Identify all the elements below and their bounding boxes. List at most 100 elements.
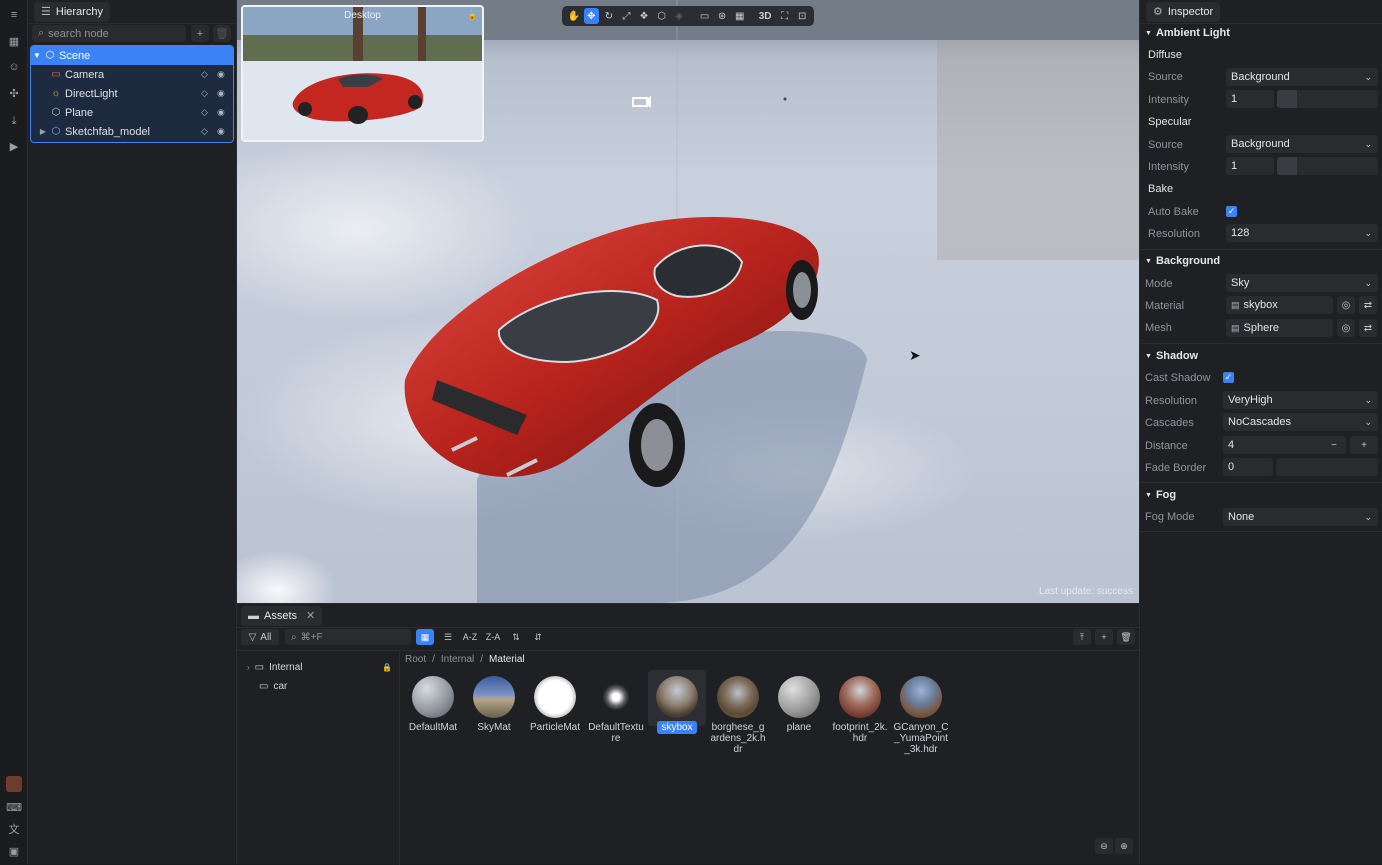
download-icon[interactable]: ⤓ — [7, 114, 21, 128]
asset-tile-borghese[interactable]: borghese_gardens_2k.hdr — [709, 676, 767, 755]
asset-tile-skybox[interactable]: skybox — [648, 676, 706, 734]
fullscreen-icon[interactable]: ⛶ — [777, 8, 793, 24]
grid-icon[interactable]: ▦ — [7, 34, 21, 48]
increment-button[interactable]: + — [1350, 436, 1378, 454]
locate-icon[interactable]: ◇ — [201, 69, 208, 80]
zoom-out-icon[interactable]: ⊖ — [1095, 838, 1113, 854]
scale-icon[interactable]: ⤢ — [619, 8, 635, 24]
locate-icon[interactable]: ◇ — [201, 126, 208, 137]
grid-toggle-icon[interactable]: ▦ — [732, 8, 748, 24]
tree-node-camera[interactable]: ▭ Camera ◇ ◉ — [31, 65, 233, 84]
tree-node-scene[interactable]: ▼ ⬡ Scene — [31, 46, 233, 65]
decrement-button[interactable]: − — [1322, 436, 1346, 454]
chevron-right-icon[interactable]: › — [247, 663, 250, 672]
locate-icon[interactable]: ◇ — [201, 88, 208, 99]
eye-icon[interactable]: ◉ — [217, 88, 225, 99]
camera-icon[interactable]: ▭ — [697, 8, 713, 24]
locate-icon[interactable]: ◇ — [201, 107, 208, 118]
auto-bake-checkbox[interactable]: ✓ — [1226, 206, 1237, 217]
bg-mode-select[interactable]: Sky ⌄ — [1226, 274, 1378, 292]
sort-desc-icon[interactable]: ⇵ — [529, 629, 547, 645]
specular-intensity-input[interactable]: 1 — [1226, 157, 1274, 175]
zoom-in-icon[interactable]: ⊕ — [1115, 838, 1133, 854]
cast-shadow-checkbox[interactable]: ✓ — [1223, 372, 1234, 383]
chevron-down-icon[interactable]: ▼ — [31, 51, 43, 60]
mode-3d-button[interactable]: 3D — [755, 8, 774, 24]
eye-icon[interactable]: ◉ — [217, 107, 225, 118]
bg-mesh-field[interactable]: ▤ Sphere — [1226, 319, 1333, 337]
list-view-button[interactable]: ☰ — [439, 629, 457, 645]
user-icon[interactable]: ☺ — [7, 60, 21, 74]
tree-node-directlight[interactable]: ☼ DirectLight ◇ ◉ — [31, 84, 233, 103]
delete-asset-button[interactable]: 🗑 — [1117, 629, 1135, 645]
cascades-select[interactable]: NoCascades ⌄ — [1223, 413, 1378, 431]
asset-tile-defaulttexture[interactable]: DefaultTexture — [587, 676, 645, 744]
tree-node-plane[interactable]: ⬡ Plane ◇ ◉ — [31, 103, 233, 122]
add-node-button[interactable]: + — [191, 25, 209, 42]
diffuse-source-select[interactable]: Background ⌄ — [1226, 68, 1378, 86]
chevron-right-icon[interactable]: ▶ — [37, 127, 49, 136]
distance-input[interactable]: 4 — [1223, 436, 1330, 454]
transform-icon[interactable]: ❖ — [636, 8, 652, 24]
locate-icon[interactable]: ◎ — [1337, 319, 1355, 337]
menu-icon[interactable]: ≡ — [7, 8, 21, 22]
sort-asc-icon[interactable]: ⇅ — [507, 629, 525, 645]
hand-icon[interactable]: ✋ — [566, 8, 582, 24]
upload-icon[interactable]: ⤒ — [1073, 629, 1091, 645]
filter-all-button[interactable]: ▽ All — [241, 629, 279, 645]
move-icon[interactable]: ✥ — [583, 8, 600, 24]
link-icon[interactable]: ⇄ — [1359, 296, 1377, 314]
keyboard-icon[interactable]: ⌨ — [6, 800, 22, 814]
diffuse-intensity-slider[interactable] — [1277, 90, 1378, 108]
puzzle-icon[interactable]: ✣ — [7, 86, 21, 100]
locate-icon[interactable]: ◎ — [1337, 296, 1355, 314]
breadcrumb-material[interactable]: Material — [489, 654, 525, 665]
breadcrumb-root[interactable]: Root — [405, 654, 426, 665]
tab-assets[interactable]: ▬ Assets ✕ — [241, 605, 323, 626]
background-section-header[interactable]: ▼ Background — [1145, 255, 1220, 267]
tab-hierarchy[interactable]: ☰ Hierarchy — [34, 1, 110, 22]
pivot-icon[interactable]: ◈ — [671, 8, 687, 24]
close-icon[interactable]: ✕ — [306, 609, 315, 622]
sort-za-button[interactable]: Z-A — [484, 629, 502, 645]
fade-border-input[interactable]: 0 — [1223, 458, 1273, 476]
grid-view-button[interactable]: ▦ — [416, 629, 434, 645]
specular-source-select[interactable]: Background ⌄ — [1226, 135, 1378, 153]
eye-icon[interactable]: ◉ — [217, 69, 225, 80]
tree-node-sketchfab-model[interactable]: ▶ ⬡ Sketchfab_model ◇ ◉ — [31, 122, 233, 141]
focus-icon[interactable]: ⊡ — [794, 8, 810, 24]
cube-icon[interactable]: ⬡ — [654, 8, 670, 24]
diffuse-intensity-input[interactable]: 1 — [1226, 90, 1274, 108]
language-icon[interactable]: 文 — [7, 822, 21, 836]
delete-node-button[interactable]: 🗑 — [213, 25, 231, 42]
asset-tile-skymat[interactable]: SkyMat — [465, 676, 523, 733]
gizmo-icon[interactable]: ⊛ — [714, 8, 730, 24]
eye-icon[interactable]: ◉ — [217, 126, 225, 137]
add-asset-button[interactable]: + — [1095, 629, 1113, 645]
fog-mode-select[interactable]: None ⌄ — [1223, 508, 1378, 526]
play-icon[interactable]: ▶ — [7, 139, 21, 153]
shadow-resolution-select[interactable]: VeryHigh ⌄ — [1223, 391, 1378, 409]
link-icon[interactable]: ⇄ — [1359, 319, 1377, 337]
asset-tile-particlemat[interactable]: ParticleMat — [526, 676, 584, 733]
asset-tile-gcanyon[interactable]: GCanyon_C_YumaPoint_3k.hdr — [892, 676, 950, 755]
folder-internal[interactable]: › ▭ Internal 🔒 — [247, 659, 392, 675]
assets-search-input[interactable]: ⌕ ⌘+F — [285, 629, 411, 645]
hierarchy-search-input[interactable]: ⌕ search node — [32, 25, 186, 42]
fade-border-slider[interactable] — [1276, 458, 1378, 476]
asset-tile-defaultmat[interactable]: DefaultMat — [404, 676, 462, 733]
specular-intensity-slider[interactable] — [1277, 157, 1378, 175]
sort-az-button[interactable]: A-Z — [461, 629, 479, 645]
tab-inspector[interactable]: ⚙ Inspector — [1146, 1, 1221, 22]
rotate-icon[interactable]: ↻ — [601, 8, 617, 24]
fog-section-header[interactable]: ▼ Fog — [1145, 489, 1176, 501]
ambient-section-header[interactable]: ▼ Ambient Light — [1145, 27, 1230, 39]
layout-icon[interactable]: ▣ — [7, 844, 21, 858]
folder-car[interactable]: ▭ car — [259, 678, 392, 694]
lock-icon[interactable]: 🔒 — [467, 10, 478, 21]
bake-resolution-select[interactable]: 128 ⌄ — [1226, 224, 1378, 242]
avatar[interactable] — [6, 776, 22, 792]
bg-material-field[interactable]: ▤ skybox — [1226, 296, 1333, 314]
shadow-section-header[interactable]: ▼ Shadow — [1145, 350, 1198, 362]
asset-tile-footprint[interactable]: footprint_2k.hdr — [831, 676, 889, 744]
